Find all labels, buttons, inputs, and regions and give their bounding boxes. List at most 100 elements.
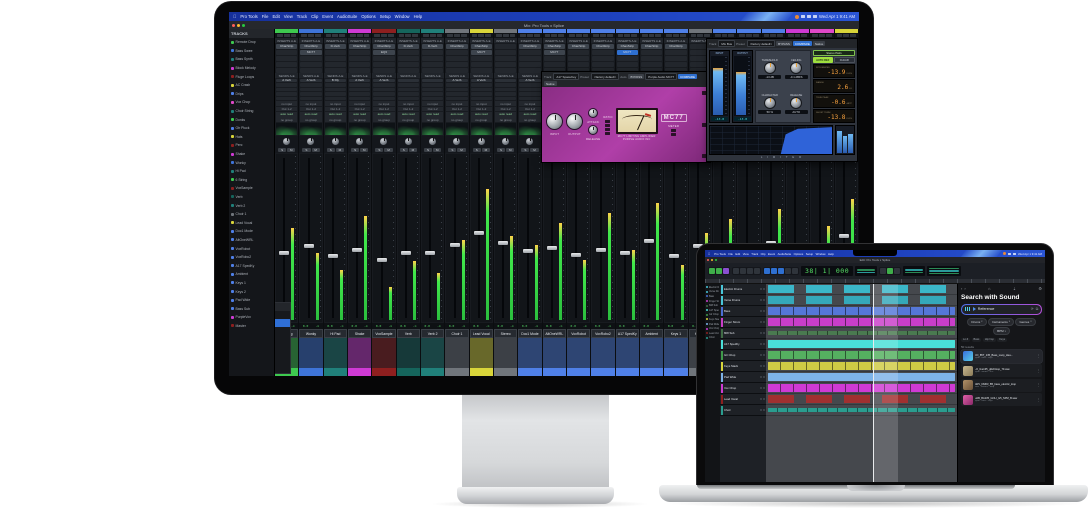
group-list-item[interactable]: ALL [275, 311, 290, 319]
wifi-icon[interactable] [1013, 253, 1016, 255]
insert-slot-a[interactable]: ChanStrip [349, 44, 370, 49]
insert-slot-c[interactable] [568, 56, 589, 61]
send-slot-d[interactable] [422, 92, 443, 96]
clip-lane[interactable] [766, 350, 957, 361]
knob[interactable] [764, 62, 776, 74]
insert-slot-b[interactable]: MC77 [300, 50, 321, 55]
track-selector[interactable]: A17 SpaceKey [553, 73, 579, 80]
group-assignment[interactable]: no group [349, 117, 370, 122]
send-slot-b[interactable] [373, 83, 394, 87]
channel-nameplate[interactable]: Ambient [640, 329, 663, 338]
track-header-row[interactable]: Choir [720, 405, 766, 416]
insert-slot-b[interactable] [592, 50, 613, 55]
insert-slot-e[interactable] [446, 68, 467, 73]
group-assignment[interactable]: no group [446, 117, 467, 122]
send-slot-c[interactable] [495, 88, 516, 92]
bpm-chip[interactable]: BPM▾ [993, 327, 1010, 335]
insert-slot-b[interactable] [446, 50, 467, 55]
insert-slot-c[interactable] [471, 56, 492, 61]
track-mini-buttons[interactable] [760, 354, 766, 357]
mute-button[interactable]: M [312, 148, 320, 152]
menu-item[interactable]: Track [751, 252, 758, 256]
menu-item[interactable]: View [284, 14, 293, 19]
mute-button[interactable]: M [457, 148, 465, 152]
audio-clip[interactable] [768, 340, 955, 348]
send-slot-d[interactable] [349, 92, 370, 96]
fader-cap[interactable] [669, 254, 679, 258]
channel-nameplate[interactable]: A17 SpedKy [616, 329, 639, 338]
output-selector[interactable]: Out 1-2 [398, 107, 419, 112]
audio-clip[interactable] [768, 318, 955, 326]
track-header-row[interactable]: 808 Sub [720, 328, 766, 339]
insert-slot-b[interactable] [568, 50, 589, 55]
sample-result-row[interactable]: HAB_BA135_GOLI_G5_SPM_B.wav synth · bass… [961, 393, 1042, 406]
output-knob[interactable] [566, 113, 583, 130]
menu-item[interactable]: Options [361, 14, 375, 19]
knob[interactable] [790, 62, 802, 74]
audio-clip[interactable] [768, 351, 955, 359]
insert-slot-c[interactable] [495, 56, 516, 61]
mute-button[interactable]: M [482, 148, 490, 152]
insert-slot-a[interactable]: ChanStrip [276, 44, 297, 49]
channel-nameplate[interactable]: AltOneWRL [543, 329, 566, 338]
send-slot-e[interactable] [422, 97, 443, 101]
output-selector[interactable]: Out 1-2 [519, 107, 540, 112]
send-slot-a[interactable] [398, 79, 419, 83]
automation-mode[interactable]: auto read [325, 112, 346, 117]
input-selector[interactable]: no input [519, 101, 540, 106]
insert-slot-b[interactable] [276, 50, 297, 55]
insert-slot-b[interactable]: EQ3 [373, 50, 394, 55]
clip-lane[interactable] [766, 394, 957, 405]
send-slot-c[interactable] [373, 88, 394, 92]
input-selector[interactable]: no input [325, 101, 346, 106]
group-assignment[interactable]: no group [373, 117, 394, 122]
clip-lane[interactable] [766, 405, 957, 416]
pan-knob[interactable] [405, 138, 412, 145]
kebab-menu-icon[interactable]: ⋮ [1037, 398, 1041, 402]
input-selector[interactable]: no input [495, 101, 516, 106]
clip-lane[interactable] [766, 295, 957, 306]
insert-slot-e[interactable] [398, 68, 419, 73]
tracks-list-item[interactable]: Bass Swee [229, 47, 274, 56]
tracks-list-item[interactable]: Keys 1 [229, 279, 274, 288]
pan-knob[interactable] [332, 138, 339, 145]
insert-slot-d[interactable] [519, 62, 540, 67]
download-icon[interactable]: ⇣ [1013, 286, 1016, 291]
tracks-list-item[interactable]: Drips [229, 90, 274, 99]
home-icon[interactable]: ⌂ [988, 286, 990, 291]
send-slot-e[interactable] [300, 97, 321, 101]
pair-select-dropdown[interactable]: Stereo Pairs [813, 50, 855, 56]
back-icon[interactable]: ‹ [961, 286, 962, 291]
insert-slot-d[interactable] [641, 62, 662, 67]
send-slot-a[interactable]: A Verb [373, 79, 394, 83]
mute-button[interactable]: M [506, 148, 514, 152]
tracks-list-item[interactable]: Wonky [229, 158, 274, 167]
channel-nameplate[interactable]: VoxRobot [567, 329, 590, 338]
preset-selector[interactable]: <factory default> [747, 40, 775, 47]
menu-item[interactable]: View [743, 252, 749, 256]
audio-clip[interactable] [768, 285, 955, 293]
fader-cap[interactable] [839, 234, 849, 238]
clipboard-icon[interactable]: ⧉ [1036, 307, 1039, 311]
insert-slot-e[interactable] [349, 68, 370, 73]
track-header-row[interactable]: Finger Strum [720, 317, 766, 328]
insert-slot-c[interactable] [544, 56, 565, 61]
insert-slot-a[interactable]: ChanStrip [373, 44, 394, 49]
solo-button[interactable]: S [302, 148, 310, 152]
bypass-button[interactable]: BYPASS [776, 41, 792, 46]
refresh-icon[interactable]: ⟳ [1031, 307, 1034, 311]
group-assignment[interactable]: no group [422, 117, 443, 122]
compare-button[interactable]: COMPARE [678, 74, 697, 79]
channel-nameplate[interactable]: Choir 1 [445, 329, 468, 338]
menu-item[interactable]: Clip [761, 252, 766, 256]
menu-item[interactable]: Help [414, 14, 423, 19]
tracks-list-item[interactable]: Gtr Pluck [229, 124, 274, 133]
tracks-list-item[interactable]: Donks [229, 115, 274, 124]
send-slot-e[interactable] [398, 97, 419, 101]
send-slot-d[interactable] [446, 92, 467, 96]
forward-icon[interactable]: › [964, 286, 965, 291]
insert-slot-a[interactable]: ChanStrip [592, 44, 613, 49]
insert-slot-c[interactable] [422, 56, 443, 61]
mute-button[interactable]: M [336, 148, 344, 152]
insert-slot-b[interactable] [325, 50, 346, 55]
